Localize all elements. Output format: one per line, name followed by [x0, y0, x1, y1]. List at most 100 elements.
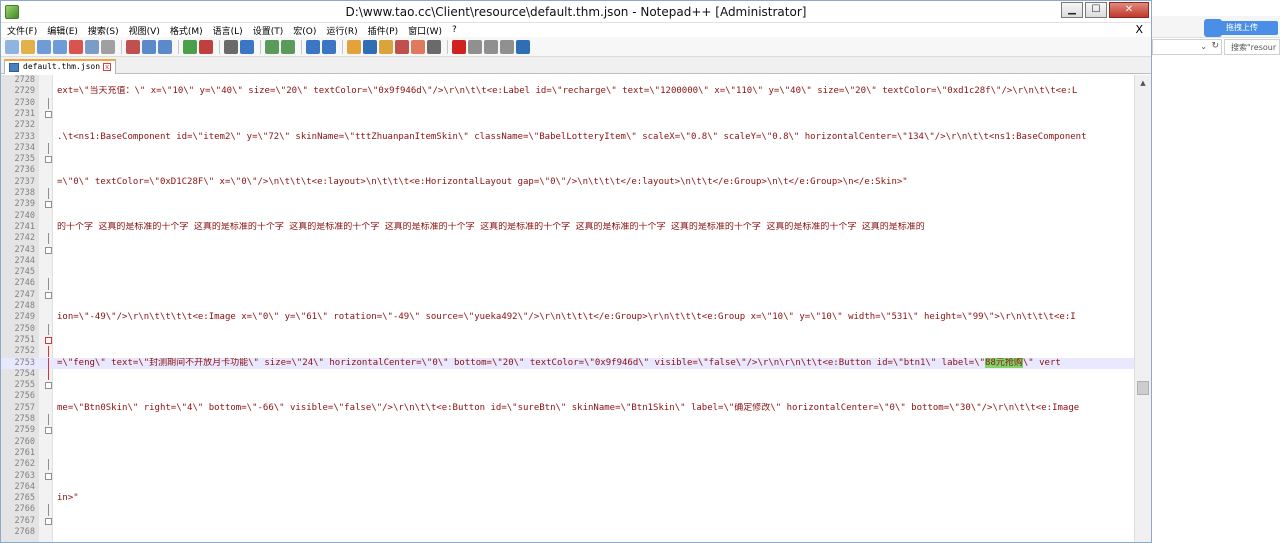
code-line[interactable]: 2742 — [1, 233, 1134, 245]
fold-marker-icon[interactable] — [45, 382, 52, 390]
fold-marker-icon[interactable] — [45, 156, 52, 164]
search-input[interactable]: 搜索"resour — [1224, 39, 1280, 55]
toolbar-button-icon[interactable] — [281, 39, 295, 54]
code-line[interactable]: 2754 — [1, 368, 1134, 381]
code-line[interactable]: 2741 的十个字 这真的是标准的十个字 这真的是标准的十个字 这真的是标准的十个… — [1, 222, 1134, 233]
menu-item[interactable]: 编辑(E) — [47, 24, 78, 37]
menu-item[interactable]: 格式(M) — [170, 24, 203, 37]
code-line[interactable]: 2752 — [1, 346, 1134, 358]
code-line[interactable]: 2734 — [1, 142, 1134, 155]
upload-button[interactable]: 拖拽上传 — [1206, 21, 1278, 35]
toolbar-button-icon[interactable] — [101, 39, 115, 54]
code-line[interactable]: 2740 — [1, 211, 1134, 222]
code-line[interactable]: 2729 ext=\"当天充值：\" x=\"10\" y=\"40\" size… — [1, 86, 1134, 97]
toolbar-button-icon[interactable] — [322, 39, 336, 54]
fold-marker-icon[interactable] — [45, 291, 52, 299]
code-line[interactable]: 2748 — [1, 301, 1134, 312]
code-line[interactable]: 2766 — [1, 504, 1134, 516]
code-line[interactable]: 2732 — [1, 120, 1134, 131]
code-line[interactable]: 2749 ion=\"-49\"/>\r\n\t\t\t\t<e:Image x=… — [1, 312, 1134, 323]
menu-item[interactable]: ? — [452, 25, 457, 35]
toolbar-button-icon[interactable] — [240, 39, 254, 54]
code-line[interactable]: 2768 — [1, 527, 1134, 538]
toolbar-button-icon[interactable] — [516, 39, 530, 54]
fold-marker-icon[interactable] — [45, 201, 52, 209]
tab-default-thm-json[interactable]: default.thm.json x — [4, 59, 117, 74]
scroll-thumb[interactable] — [1137, 381, 1149, 395]
code-line[interactable]: 2767 — [1, 516, 1134, 527]
menu-item[interactable]: 设置(T) — [253, 24, 284, 37]
toolbar-button-icon[interactable] — [468, 39, 482, 54]
menu-item[interactable]: 插件(P) — [368, 24, 398, 37]
code-line[interactable]: 2747 — [1, 290, 1134, 301]
toolbar-button-icon[interactable] — [452, 39, 466, 54]
fold-marker-icon[interactable] — [45, 472, 52, 480]
code-line[interactable]: 2731 — [1, 109, 1134, 120]
menu-item[interactable]: 搜索(S) — [88, 24, 119, 37]
menu-item[interactable]: 窗口(W) — [408, 24, 442, 37]
menu-item[interactable]: 语言(L) — [213, 24, 243, 37]
code-line[interactable]: 2759 — [1, 425, 1134, 436]
code-line[interactable]: 2739 — [1, 199, 1134, 210]
fold-marker-icon[interactable] — [45, 336, 52, 344]
code-line[interactable]: 2763 — [1, 471, 1134, 482]
menu-item[interactable]: 文件(F) — [7, 24, 37, 37]
toolbar-button-icon[interactable] — [158, 39, 172, 54]
menu-item[interactable]: 运行(R) — [326, 24, 357, 37]
toolbar-button-icon[interactable] — [427, 39, 441, 54]
toolbar-button-icon[interactable] — [183, 39, 197, 54]
chevron-down-icon[interactable]: ⌄ — [1200, 42, 1207, 51]
toolbar-button-icon[interactable] — [21, 39, 35, 54]
code-line[interactable]: 2756 — [1, 391, 1134, 402]
menu-item[interactable]: 视图(V) — [129, 24, 160, 37]
code-line[interactable]: 2746 — [1, 278, 1134, 290]
toolbar-button-icon[interactable] — [411, 39, 425, 54]
code-line[interactable]: 2730 — [1, 97, 1134, 109]
code-line[interactable]: 2761 — [1, 448, 1134, 459]
code-line[interactable]: 2762 — [1, 459, 1134, 471]
code-line[interactable]: 2755 — [1, 380, 1134, 391]
code-line[interactable]: 2738 — [1, 188, 1134, 200]
toolbar-button-icon[interactable] — [37, 39, 51, 54]
menu-item[interactable]: 宏(O) — [293, 24, 316, 37]
toolbar-button-icon[interactable] — [53, 39, 67, 54]
toolbar-button-icon[interactable] — [199, 39, 213, 54]
toolbar-button-icon[interactable] — [306, 39, 320, 54]
code-line[interactable]: 2760 — [1, 437, 1134, 448]
toolbar-button-icon[interactable] — [379, 39, 393, 54]
toolbar-button-icon[interactable] — [347, 39, 361, 54]
toolbar-button-icon[interactable] — [500, 39, 514, 54]
close-button[interactable]: ✕ — [1109, 2, 1149, 18]
scroll-up-icon[interactable]: ▲ — [1137, 77, 1149, 89]
code-line[interactable]: 2751 — [1, 335, 1134, 346]
editor[interactable]: 2728 2729 ext=\"当天充值：\" x=\"10\" y=\"40\" … — [1, 75, 1134, 542]
toolbar-button-icon[interactable] — [5, 39, 19, 54]
toolbar-button-icon[interactable] — [484, 39, 498, 54]
toolbar-button-icon[interactable] — [363, 39, 377, 54]
code-line[interactable]: 2737 =\"0\" textColor=\"0xD1C28F\" x=\"0\… — [1, 177, 1134, 188]
close-document-button[interactable]: X — [1135, 23, 1143, 36]
code-line[interactable]: 2764 — [1, 482, 1134, 493]
tab-close-icon[interactable]: x — [103, 62, 112, 71]
code-line[interactable]: 2735 — [1, 154, 1134, 165]
code-line[interactable]: 2744 — [1, 256, 1134, 267]
code-line[interactable]: 2753 =\"feng\" text=\"封测期间不开放月卡功能\" size=… — [1, 357, 1134, 369]
fold-marker-icon[interactable] — [45, 246, 52, 254]
code-line[interactable]: 2757 me=\"Btn0Skin\" right=\"4\" bottom=\… — [1, 403, 1134, 414]
toolbar-button-icon[interactable] — [69, 39, 83, 54]
code-line[interactable]: 2728 — [1, 75, 1134, 86]
refresh-icon[interactable]: ↻ — [1211, 41, 1219, 51]
code-line[interactable]: 2765 in>" — [1, 493, 1134, 504]
toolbar-button-icon[interactable] — [224, 39, 238, 54]
fold-marker-icon[interactable] — [45, 110, 52, 118]
code-line[interactable]: 2745 — [1, 267, 1134, 278]
vertical-scrollbar[interactable]: ▲ — [1134, 75, 1151, 542]
toolbar-button-icon[interactable] — [395, 39, 409, 54]
address-bar[interactable]: ⌄ ↻ — [1152, 39, 1222, 55]
code-line[interactable]: 2736 — [1, 165, 1134, 176]
toolbar-button-icon[interactable] — [85, 39, 99, 54]
code-line[interactable]: 2758 — [1, 414, 1134, 426]
fold-marker-icon[interactable] — [45, 517, 52, 525]
toolbar-button-icon[interactable] — [142, 39, 156, 54]
toolbar-button-icon[interactable] — [126, 39, 140, 54]
